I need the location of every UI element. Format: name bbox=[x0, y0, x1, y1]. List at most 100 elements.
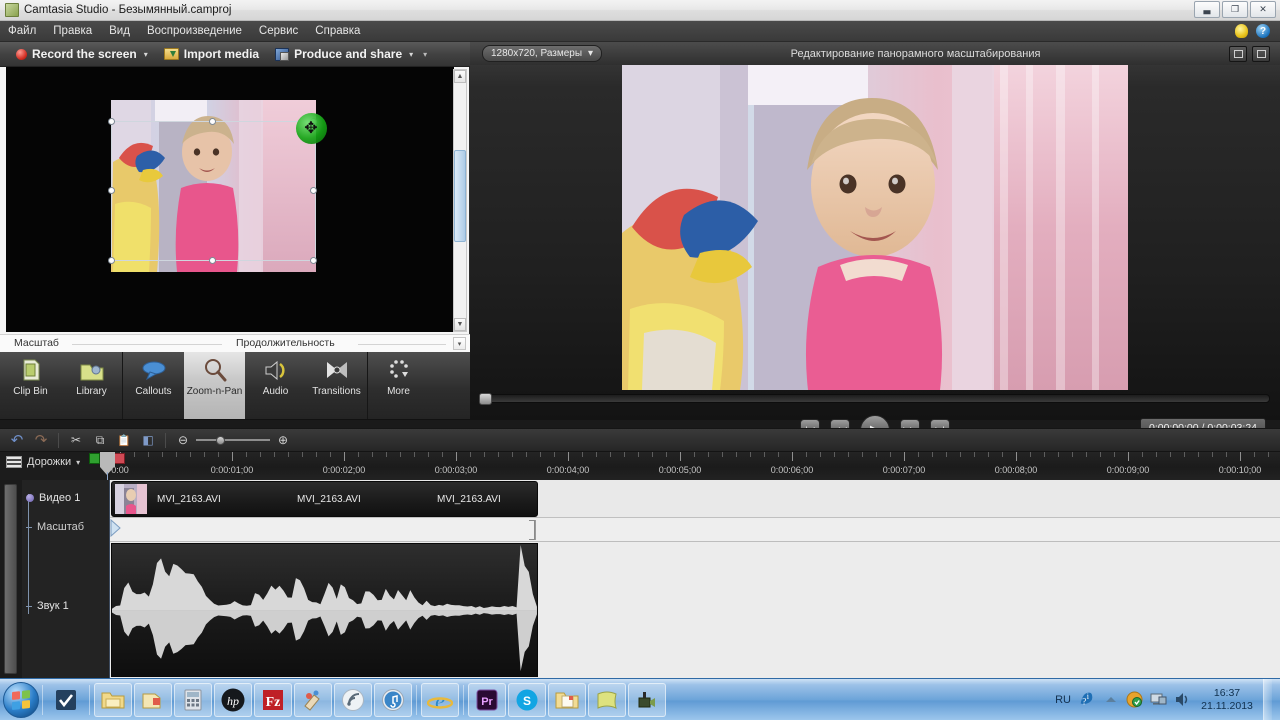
preview-seek-bar[interactable] bbox=[479, 393, 1270, 405]
menu-playback[interactable]: Воспроизведение bbox=[147, 25, 242, 37]
chevron-down-icon[interactable]: ▾ bbox=[409, 50, 413, 59]
split-button[interactable]: ◧ bbox=[137, 430, 159, 450]
produce-share-label: Produce and share bbox=[294, 47, 403, 61]
zoom-keyframe-region[interactable] bbox=[111, 520, 536, 540]
handle-bottom-left[interactable] bbox=[108, 257, 115, 264]
toolbar-overflow-icon[interactable]: ▾ bbox=[423, 50, 427, 59]
lightbulb-icon[interactable] bbox=[1235, 24, 1248, 38]
clock[interactable]: 16:37 21.11.2013 bbox=[1198, 687, 1256, 713]
library-button[interactable]: Library bbox=[61, 352, 122, 419]
taskbar-app-folder2[interactable] bbox=[548, 682, 586, 717]
handle-bottom-right[interactable] bbox=[310, 257, 317, 264]
menu-help[interactable]: Справка bbox=[315, 25, 360, 37]
timeline-ruler[interactable]: 0:00 0:00:01;00 0:00:02;00 0:00:03;00 0:00:0… bbox=[110, 452, 1280, 480]
track-label-video-1[interactable]: Видео 1 bbox=[26, 492, 80, 504]
chevron-down-icon[interactable]: ▾ bbox=[588, 48, 593, 59]
taskbar-app-camtasia[interactable] bbox=[628, 682, 666, 717]
track-label-zoom[interactable]: Масштаб bbox=[26, 521, 84, 533]
taskbar-app-hp[interactable]: hp bbox=[214, 682, 252, 717]
handle-bottom-center[interactable] bbox=[209, 257, 216, 264]
handle-top-left[interactable] bbox=[108, 118, 115, 125]
paste-button[interactable]: 📋 bbox=[113, 430, 135, 450]
transitions-button[interactable]: Transitions bbox=[306, 352, 367, 419]
taskbar-app-paint[interactable] bbox=[294, 682, 332, 717]
timeline-zoom-slider[interactable] bbox=[196, 430, 270, 450]
network-icon[interactable] bbox=[1150, 691, 1167, 708]
copy-button[interactable]: ⧉ bbox=[89, 430, 111, 450]
tracks-button[interactable]: Дорожки ▾ bbox=[6, 456, 80, 468]
zoom-out-button[interactable]: ⊖ bbox=[172, 430, 194, 450]
record-screen-button[interactable]: Record the screen ▾ bbox=[10, 43, 154, 65]
action-center-icon[interactable]: i? bbox=[1078, 691, 1095, 708]
track-label-audio-1[interactable]: Звук 1 bbox=[26, 600, 69, 612]
taskbar-app-skype[interactable]: S bbox=[508, 682, 546, 717]
handle-middle-right[interactable] bbox=[310, 187, 317, 194]
undo-button[interactable]: ↶ bbox=[6, 430, 28, 450]
detach-preview-icon[interactable] bbox=[1252, 45, 1270, 62]
taskbar-app-wifi[interactable] bbox=[334, 682, 372, 717]
zoom-n-pan-button[interactable]: Zoom-n-Pan bbox=[184, 352, 245, 419]
audio-clip[interactable] bbox=[111, 543, 538, 677]
taskbar-app-internet-explorer[interactable]: e bbox=[421, 682, 459, 717]
redo-button[interactable]: ↷ bbox=[30, 430, 52, 450]
menu-edit[interactable]: Правка bbox=[53, 25, 92, 37]
canvas-vertical-scrollbar[interactable]: ▲ ▼ bbox=[453, 69, 467, 332]
volume-icon[interactable] bbox=[1174, 691, 1191, 708]
help-icon[interactable]: ? bbox=[1256, 24, 1270, 38]
restore-button[interactable]: ❐ bbox=[1222, 1, 1248, 18]
canvas-stage[interactable]: ✥ bbox=[6, 67, 454, 332]
taskbar-app-itunes[interactable] bbox=[374, 682, 412, 717]
handle-middle-left[interactable] bbox=[108, 187, 115, 194]
zoom-keyframe-marker[interactable] bbox=[110, 518, 124, 538]
seek-thumb[interactable] bbox=[479, 393, 492, 405]
scroll-up-icon[interactable]: ▲ bbox=[454, 70, 466, 83]
audio-button[interactable]: Audio bbox=[245, 352, 306, 419]
more-button[interactable]: More bbox=[368, 352, 429, 419]
minimize-button[interactable]: ▃ bbox=[1194, 1, 1220, 18]
scroll-thumb[interactable] bbox=[454, 150, 466, 242]
taskbar-app-explorer[interactable] bbox=[94, 682, 132, 717]
out-marker-red[interactable] bbox=[114, 453, 125, 464]
menu-file[interactable]: Файл bbox=[8, 25, 36, 37]
playhead[interactable] bbox=[100, 452, 115, 467]
zoom-slider-knob[interactable] bbox=[216, 435, 225, 445]
language-indicator[interactable]: RU bbox=[1055, 694, 1071, 706]
fit-to-window-icon[interactable] bbox=[1229, 45, 1247, 62]
preview-stage[interactable] bbox=[622, 65, 1128, 390]
timeline-vertical-scrollbar[interactable] bbox=[0, 480, 22, 678]
track-video-1[interactable]: MVI_2163.AVI MVI_2163.AVI MVI_2163.AVI bbox=[110, 480, 1280, 518]
menu-view[interactable]: Вид bbox=[109, 25, 130, 37]
video-clip[interactable]: MVI_2163.AVI MVI_2163.AVI MVI_2163.AVI bbox=[111, 481, 538, 517]
chevron-down-icon[interactable]: ▾ bbox=[453, 337, 466, 350]
track-zoom[interactable] bbox=[110, 518, 1280, 542]
close-button[interactable]: ✕ bbox=[1250, 1, 1276, 18]
scroll-down-icon[interactable]: ▼ bbox=[454, 318, 466, 331]
antivirus-icon[interactable] bbox=[1126, 691, 1143, 708]
track-toggle-icon[interactable] bbox=[26, 494, 34, 502]
taskbar-app-calculator[interactable] bbox=[174, 682, 212, 717]
taskbar-app-notes[interactable] bbox=[134, 682, 172, 717]
start-orb[interactable] bbox=[3, 681, 39, 718]
zoom-in-button[interactable]: ⊕ bbox=[272, 430, 294, 450]
dimensions-dropdown[interactable]: 1280x720, Размеры ▾ bbox=[482, 45, 603, 62]
taskbar-app-checkmark[interactable] bbox=[47, 683, 85, 717]
callouts-button[interactable]: Callouts bbox=[123, 352, 184, 419]
chevron-down-icon[interactable]: ▾ bbox=[76, 458, 80, 467]
menu-service[interactable]: Сервис bbox=[259, 25, 298, 37]
show-hidden-icon[interactable] bbox=[1102, 691, 1119, 708]
import-media-button[interactable]: Import media bbox=[158, 43, 265, 65]
chevron-down-icon[interactable]: ▾ bbox=[144, 50, 148, 59]
produce-share-button[interactable]: Produce and share ▾ bbox=[269, 43, 419, 65]
track-audio-1[interactable] bbox=[110, 542, 1280, 678]
taskbar-app-notepad[interactable] bbox=[588, 682, 626, 717]
taskbar-app-premiere[interactable]: Pr bbox=[468, 682, 506, 717]
handle-top-center[interactable] bbox=[209, 118, 216, 125]
clip-bin-button[interactable]: Clip Bin bbox=[0, 352, 61, 419]
cut-button[interactable]: ✂ bbox=[65, 430, 87, 450]
taskbar-app-filezilla[interactable]: Fz bbox=[254, 682, 292, 717]
zoom-region-end-bracket[interactable] bbox=[529, 520, 535, 540]
in-marker-green[interactable] bbox=[89, 453, 100, 464]
timeline-scroll-thumb[interactable] bbox=[4, 484, 17, 674]
show-desktop-button[interactable] bbox=[1263, 678, 1272, 720]
pan-selection-rectangle[interactable] bbox=[111, 121, 316, 261]
